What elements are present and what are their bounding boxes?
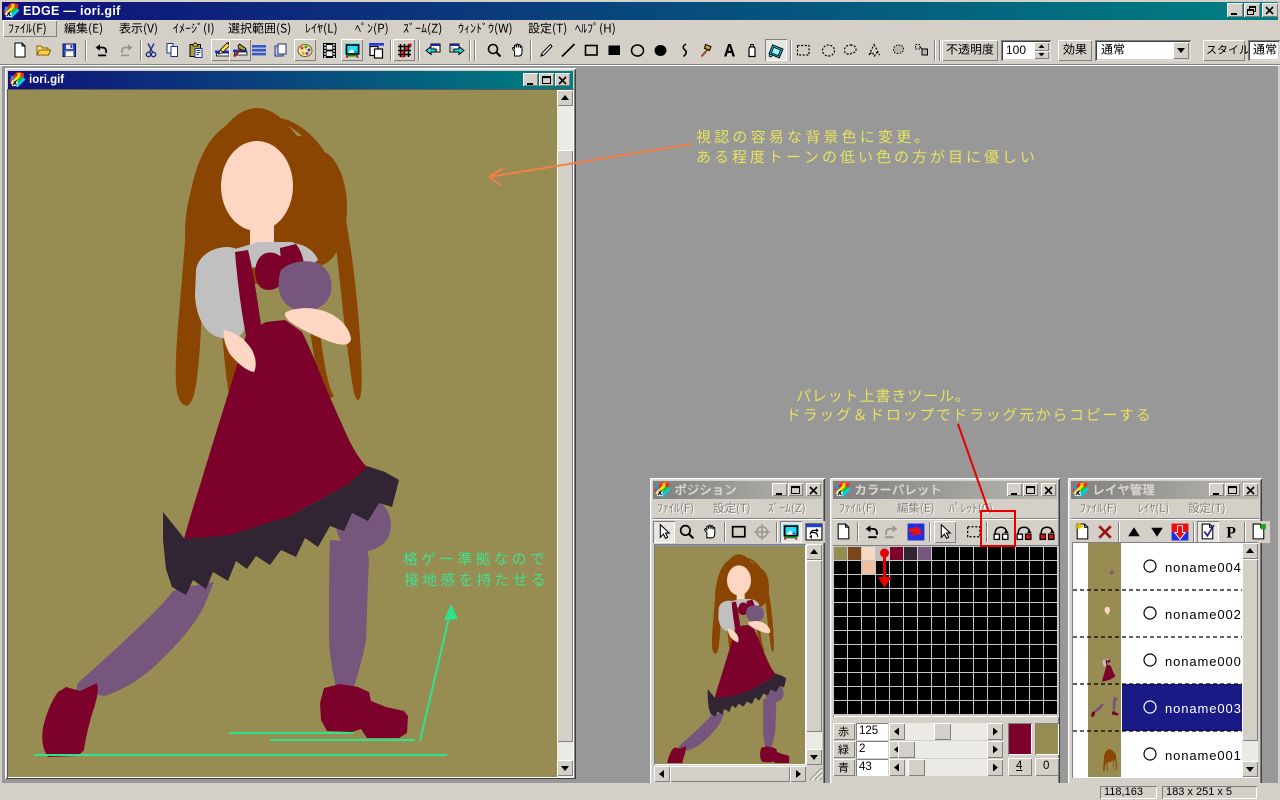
- svg-text:P: P: [1226, 524, 1236, 541]
